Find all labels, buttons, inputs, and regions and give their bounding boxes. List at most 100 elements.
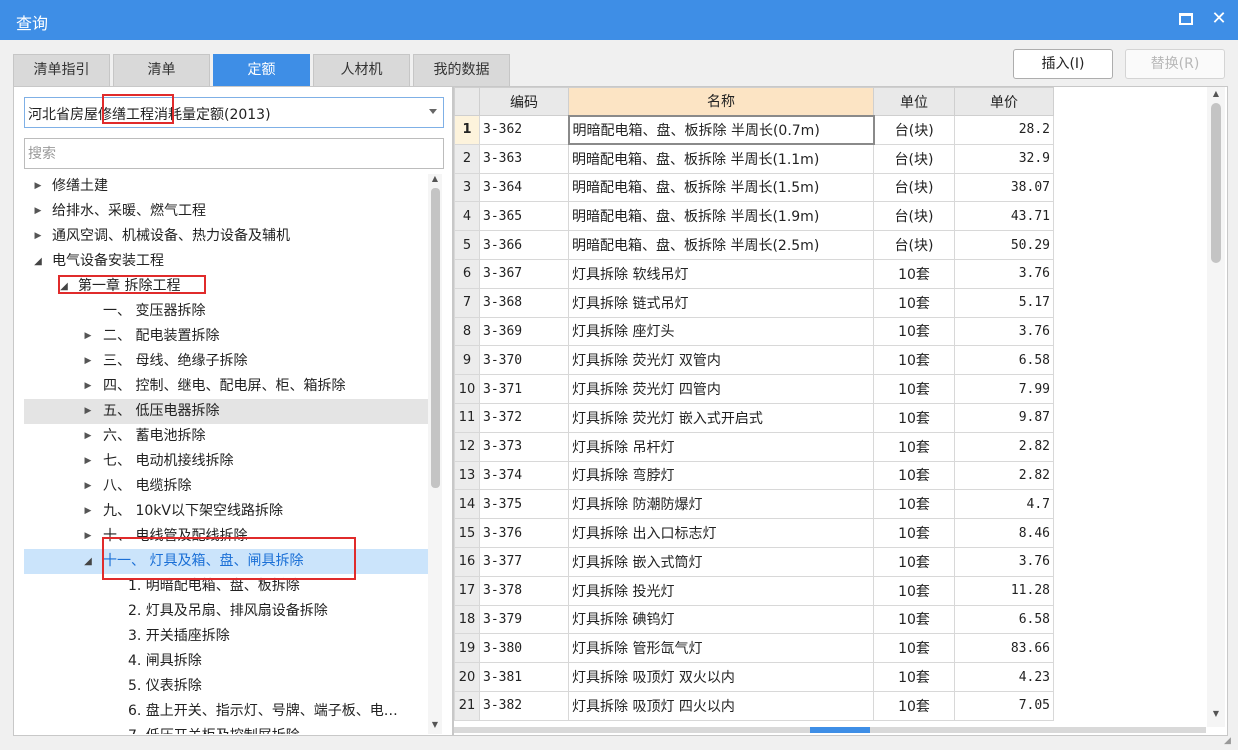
row-number[interactable]: 8 (454, 316, 480, 347)
price-cell[interactable]: 43.71 (954, 201, 1054, 232)
unit-cell[interactable]: 10套 (873, 690, 955, 721)
unit-cell[interactable]: 10套 (873, 345, 955, 376)
row-number[interactable]: 21 (454, 690, 480, 721)
name-cell[interactable]: 灯具拆除 嵌入式筒灯 (568, 546, 874, 577)
search-input[interactable] (24, 138, 444, 169)
code-cell[interactable]: 3-366 (479, 230, 569, 260)
code-cell[interactable]: 3-367 (479, 258, 569, 289)
expand-arrow-icon[interactable]: ▶ (82, 474, 94, 499)
unit-cell[interactable]: 10套 (873, 316, 955, 347)
price-cell[interactable]: 3.76 (954, 316, 1054, 347)
name-cell[interactable]: 明暗配电箱、盘、板拆除 半周长(2.5m) (568, 230, 874, 260)
unit-cell[interactable]: 台(块) (873, 143, 955, 174)
name-cell[interactable]: 灯具拆除 软线吊灯 (568, 258, 874, 289)
row-number[interactable]: 6 (454, 258, 480, 289)
table-row[interactable]: 4 3-365 明暗配电箱、盘、板拆除 半周长(1.9m) 台(块) 43.71 (454, 201, 1054, 232)
expand-arrow-icon[interactable]: ▶ (82, 449, 94, 474)
unit-cell[interactable]: 台(块) (873, 172, 955, 203)
tab-labor-material-machine[interactable]: 人材机 (313, 54, 410, 86)
tree-item[interactable]: ▶ 八、 电缆拆除 (24, 474, 428, 499)
name-cell[interactable]: 灯具拆除 防潮防爆灯 (568, 489, 874, 520)
code-cell[interactable]: 3-363 (479, 143, 569, 174)
price-cell[interactable]: 2.82 (954, 460, 1054, 491)
name-cell[interactable]: 明暗配电箱、盘、板拆除 半周长(1.5m) (568, 172, 874, 203)
scroll-down-icon[interactable]: ▼ (1209, 709, 1223, 718)
table-row[interactable]: 21 3-382 灯具拆除 吸顶灯 四火以内 10套 7.05 (454, 690, 1054, 721)
name-cell[interactable]: 明暗配电箱、盘、板拆除 半周长(1.9m) (568, 201, 874, 232)
table-row[interactable]: 13 3-374 灯具拆除 弯脖灯 10套 2.82 (454, 460, 1054, 491)
tree-item[interactable]: 7. 低压开关柜及控制屏拆除 (24, 724, 428, 734)
price-cell[interactable]: 28.2 (954, 115, 1054, 145)
unit-cell[interactable]: 10套 (873, 604, 955, 635)
row-number[interactable]: 12 (454, 431, 480, 462)
code-cell[interactable]: 3-365 (479, 201, 569, 232)
row-number[interactable]: 14 (454, 489, 480, 520)
price-cell[interactable]: 11.28 (954, 575, 1054, 606)
unit-cell[interactable]: 10套 (873, 402, 955, 433)
chevron-down-icon[interactable] (429, 109, 437, 114)
tree-item[interactable]: 6. 盘上开关、指示灯、号牌、端子板、电… (24, 699, 428, 724)
code-cell[interactable]: 3-364 (479, 172, 569, 203)
name-cell[interactable]: 灯具拆除 吊杆灯 (568, 431, 874, 462)
table-row[interactable]: 3 3-364 明暗配电箱、盘、板拆除 半周长(1.5m) 台(块) 38.07 (454, 172, 1054, 203)
price-cell[interactable]: 38.07 (954, 172, 1054, 203)
tree-item[interactable]: ◢ 电气设备安装工程 (24, 249, 428, 274)
splitter-handle[interactable] (810, 727, 870, 733)
name-cell[interactable]: 灯具拆除 出入口标志灯 (568, 518, 874, 548)
code-cell[interactable]: 3-379 (479, 604, 569, 635)
insert-button[interactable]: 插入(I) (1013, 49, 1113, 79)
code-cell[interactable]: 3-374 (479, 460, 569, 491)
code-cell[interactable]: 3-375 (479, 489, 569, 520)
code-cell[interactable]: 3-368 (479, 287, 569, 318)
tree-item[interactable]: 5. 仪表拆除 (24, 674, 428, 699)
header-price[interactable]: 单价 (954, 87, 1054, 116)
unit-cell[interactable]: 10套 (873, 662, 955, 692)
tree-item[interactable]: ▶ 七、 电动机接线拆除 (24, 449, 428, 474)
table-row[interactable]: 15 3-376 灯具拆除 出入口标志灯 10套 8.46 (454, 518, 1054, 548)
price-cell[interactable]: 8.46 (954, 518, 1054, 548)
code-cell[interactable]: 3-378 (479, 575, 569, 606)
code-cell[interactable]: 3-371 (479, 374, 569, 404)
name-cell[interactable]: 灯具拆除 链式吊灯 (568, 287, 874, 318)
table-row[interactable]: 14 3-375 灯具拆除 防潮防爆灯 10套 4.7 (454, 489, 1054, 520)
row-number[interactable]: 20 (454, 662, 480, 692)
scroll-up-icon[interactable]: ▲ (1209, 89, 1223, 98)
collapse-arrow-icon[interactable]: ◢ (82, 549, 94, 574)
tree-item[interactable]: ▶ 二、 配电装置拆除 (24, 324, 428, 349)
code-cell[interactable]: 3-376 (479, 518, 569, 548)
name-cell[interactable]: 灯具拆除 管形氙气灯 (568, 633, 874, 664)
code-cell[interactable]: 3-362 (479, 115, 569, 145)
code-cell[interactable]: 3-369 (479, 316, 569, 347)
price-cell[interactable]: 83.66 (954, 633, 1054, 664)
row-number[interactable]: 7 (454, 287, 480, 318)
expand-arrow-icon[interactable]: ▶ (32, 174, 44, 199)
price-cell[interactable]: 32.9 (954, 143, 1054, 174)
close-icon[interactable]: ✕ (1209, 8, 1229, 30)
tree-item[interactable]: ▶ 五、 低压电器拆除 (24, 399, 428, 424)
maximize-icon[interactable] (1179, 13, 1193, 25)
name-cell[interactable]: 灯具拆除 碘钨灯 (568, 604, 874, 635)
price-cell[interactable]: 7.05 (954, 690, 1054, 721)
code-cell[interactable]: 3-381 (479, 662, 569, 692)
table-row[interactable]: 6 3-367 灯具拆除 软线吊灯 10套 3.76 (454, 258, 1054, 289)
table-row[interactable]: 20 3-381 灯具拆除 吸顶灯 双火以内 10套 4.23 (454, 662, 1054, 692)
grid-splitter[interactable] (454, 727, 1206, 733)
price-cell[interactable]: 4.23 (954, 662, 1054, 692)
row-number[interactable]: 2 (454, 143, 480, 174)
tree-item[interactable]: ▶ 通风空调、机械设备、热力设备及辅机 (24, 224, 428, 249)
expand-arrow-icon[interactable]: ▶ (32, 199, 44, 224)
table-row[interactable]: 17 3-378 灯具拆除 投光灯 10套 11.28 (454, 575, 1054, 606)
table-row[interactable]: 9 3-370 灯具拆除 荧光灯 双管内 10套 6.58 (454, 345, 1054, 376)
tree-item[interactable]: 2. 灯具及吊扇、排风扇设备拆除 (24, 599, 428, 624)
unit-cell[interactable]: 10套 (873, 258, 955, 289)
tab-list-guide[interactable]: 清单指引 (13, 54, 110, 86)
name-cell[interactable]: 灯具拆除 吸顶灯 四火以内 (568, 690, 874, 721)
unit-cell[interactable]: 10套 (873, 575, 955, 606)
tree-scrollbar[interactable]: ▲ ▼ (428, 174, 442, 734)
table-row[interactable]: 18 3-379 灯具拆除 碘钨灯 10套 6.58 (454, 604, 1054, 635)
code-cell[interactable]: 3-382 (479, 690, 569, 721)
name-cell[interactable]: 灯具拆除 座灯头 (568, 316, 874, 347)
expand-arrow-icon[interactable]: ▶ (82, 324, 94, 349)
code-cell[interactable]: 3-372 (479, 402, 569, 433)
row-number[interactable]: 1 (454, 115, 480, 145)
